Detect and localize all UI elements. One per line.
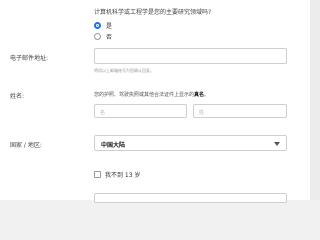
name-note-bold: 真名: [194, 92, 205, 98]
name-note-prefix: 您的护照、驾驶执照或其他合法证件上显示的: [94, 92, 195, 98]
next-field-partial[interactable]: [94, 193, 287, 203]
age-checkbox-label: 我不到 13 岁: [105, 172, 141, 179]
radio-option-yes[interactable]: 是: [94, 21, 112, 30]
age-checkbox[interactable]: [94, 171, 101, 178]
region-selected-value: 中国大陆: [101, 142, 126, 149]
radio-option-no[interactable]: 否: [94, 32, 112, 41]
radio-no-button[interactable]: [94, 33, 101, 40]
scroll-track: [310, 0, 320, 200]
radio-no-label: 否: [106, 34, 113, 41]
form-card: [0, 0, 310, 200]
name-note-suffix: 。: [204, 92, 210, 98]
age-checkbox-row[interactable]: 我不到 13 岁: [94, 170, 140, 179]
name-label: 姓名:: [10, 93, 25, 100]
last-name-field[interactable]: 姓: [193, 104, 287, 118]
email-field[interactable]: [94, 48, 287, 64]
radio-yes-button[interactable]: [94, 22, 101, 29]
email-label: 电子邮件地址:: [10, 55, 49, 62]
region-select[interactable]: 中国大陆: [94, 135, 287, 151]
region-label: 国家 / 地区:: [10, 142, 42, 149]
chevron-down-icon: [274, 142, 280, 146]
name-note: 您的护照、驾驶执照或其他合法证件上显示的真名。: [94, 91, 209, 98]
radio-yes-label: 是: [106, 23, 113, 30]
email-hint: 将用以上邮箱账号为您确认回复。: [94, 68, 154, 73]
first-name-field[interactable]: 名: [94, 104, 187, 118]
research-question-text: 计算机科学或工程学是您的主要研究领域吗?: [94, 9, 212, 16]
last-name-placeholder: 姓: [199, 110, 205, 116]
first-name-placeholder: 名: [100, 110, 106, 116]
